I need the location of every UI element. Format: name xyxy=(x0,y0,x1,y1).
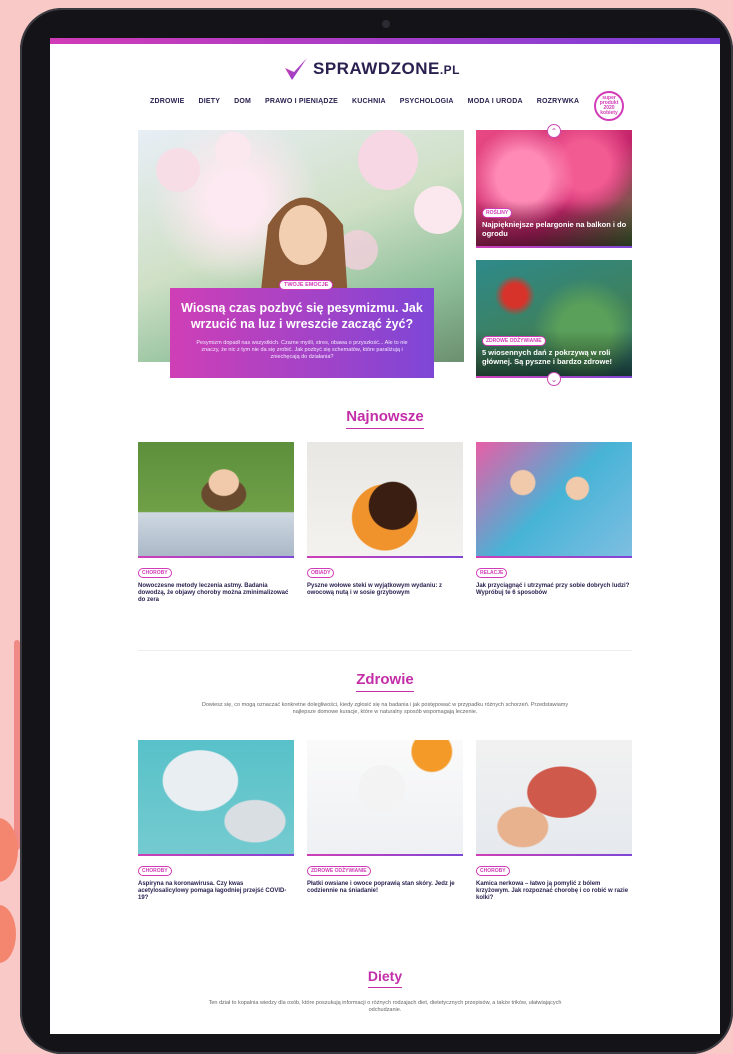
hero-category-tag[interactable]: TWOJE EMOCJE xyxy=(279,280,334,290)
article-card[interactable]: CHOROBY Nowoczesne metody leczenia astmy… xyxy=(138,442,294,604)
side-article-title[interactable]: Najpiękniejsze pelargonie na balkon i do… xyxy=(482,220,628,238)
section-description: Dowiesz się, co mogą oznaczać konkretne … xyxy=(201,702,569,715)
side-article-card[interactable]: ZDROWE ODŻYWIANIE 5 wiosennych dań z pok… xyxy=(476,260,632,378)
article-title[interactable]: Płatki owsiane i owoce poprawią stan skó… xyxy=(307,881,463,895)
article-title[interactable]: Kamica nerkowa – łatwo ją pomylić z bóle… xyxy=(476,881,632,902)
article-category-tag[interactable]: CHOROBY xyxy=(476,866,510,876)
nav-item-rozrywka[interactable]: ROZRYWKA xyxy=(537,98,580,105)
article-category-tag[interactable]: ZDROWE ODŻYWIANIE xyxy=(307,866,371,876)
nav-item-moda[interactable]: MODA I URODA xyxy=(468,98,523,105)
hero-title[interactable]: Wiosną czas pozbyć się pesymizmu. Jak wr… xyxy=(178,300,426,332)
article-category-tag[interactable]: CHOROBY xyxy=(138,866,172,876)
award-badge[interactable]: super produkt 2020 kobiety xyxy=(594,91,624,121)
top-gradient-bar xyxy=(50,38,720,44)
nav-item-kuchnia[interactable]: KUCHNIA xyxy=(352,98,386,105)
section-title-zdrowie[interactable]: Zdrowie xyxy=(50,671,720,692)
chevron-up-icon[interactable]: ⌃ xyxy=(547,124,561,138)
article-title[interactable]: Nowoczesne metody leczenia astmy. Badani… xyxy=(138,583,294,604)
nav-item-dom[interactable]: DOM xyxy=(234,98,251,105)
article-category-tag[interactable]: OBIADY xyxy=(307,568,335,578)
section-title-najnowsze: Najnowsze xyxy=(50,408,720,429)
article-card[interactable]: ZDROWE ODŻYWIANIE Płatki owsiane i owoce… xyxy=(307,740,463,895)
chevron-down-icon[interactable]: ⌄ xyxy=(547,372,561,386)
article-title[interactable]: Aspiryna na koronawirusa. Czy kwas acety… xyxy=(138,881,294,902)
nav-item-psychologia[interactable]: PSYCHOLOGIA xyxy=(400,98,454,105)
article-image[interactable] xyxy=(138,442,294,558)
nav-item-prawo[interactable]: PRAWO I PIENIĄDZE xyxy=(265,98,338,105)
section-description: Ten dział to kopalnia wiedzy dla osób, k… xyxy=(208,1000,562,1013)
camera-icon xyxy=(382,20,390,28)
tablet-frame: SPRAWDZONE.PL ZDROWIE DIETY DOM PRAWO I … xyxy=(20,8,733,1054)
site-logo[interactable]: SPRAWDZONE.PL xyxy=(283,56,460,82)
main-navigation: ZDROWIE DIETY DOM PRAWO I PIENIĄDZE KUCH… xyxy=(150,98,579,105)
hero-description: Pesymizm dopadł nas wszystkich. Czarne m… xyxy=(196,340,408,360)
checkmark-logo-icon xyxy=(285,58,307,80)
nav-item-diety[interactable]: DIETY xyxy=(198,98,220,105)
article-image[interactable] xyxy=(476,442,632,558)
article-card[interactable]: CHOROBY Kamica nerkowa – łatwo ją pomyli… xyxy=(476,740,632,902)
section-divider xyxy=(138,650,632,651)
section-title-diety[interactable]: Diety xyxy=(50,968,720,988)
nav-item-zdrowie[interactable]: ZDROWIE xyxy=(150,98,184,105)
article-image[interactable] xyxy=(138,740,294,856)
side-article-title[interactable]: 5 wiosennych dań z pokrzywą w roli główn… xyxy=(482,348,628,366)
article-card[interactable]: OBIADY Pyszne wołowe steki w wyjątkowym … xyxy=(307,442,463,597)
article-card[interactable]: RELACJE Jak przyciągnąć i utrzymać przy … xyxy=(476,442,632,597)
article-title[interactable]: Jak przyciągnąć i utrzymać przy sobie do… xyxy=(476,583,632,597)
gradient-underline xyxy=(476,246,632,248)
tablet-screen: SPRAWDZONE.PL ZDROWIE DIETY DOM PRAWO I … xyxy=(50,38,720,1034)
article-image[interactable] xyxy=(476,740,632,856)
article-category-tag[interactable]: CHOROBY xyxy=(138,568,172,578)
article-category-tag[interactable]: RELACJE xyxy=(476,568,508,578)
logo-text: SPRAWDZONE.PL xyxy=(313,59,461,78)
side-article-card[interactable]: ROŚLINY Najpiękniejsze pelargonie na bal… xyxy=(476,130,632,248)
article-card[interactable]: CHOROBY Aspiryna na koronawirusa. Czy kw… xyxy=(138,740,294,902)
article-image[interactable] xyxy=(307,442,463,558)
background-decoration xyxy=(0,905,16,963)
article-image[interactable] xyxy=(307,740,463,856)
side-category-tag[interactable]: ZDROWE ODŻYWIANIE xyxy=(482,336,546,346)
article-title[interactable]: Pyszne wołowe steki w wyjątkowym wydaniu… xyxy=(307,583,463,597)
side-category-tag[interactable]: ROŚLINY xyxy=(482,208,513,218)
